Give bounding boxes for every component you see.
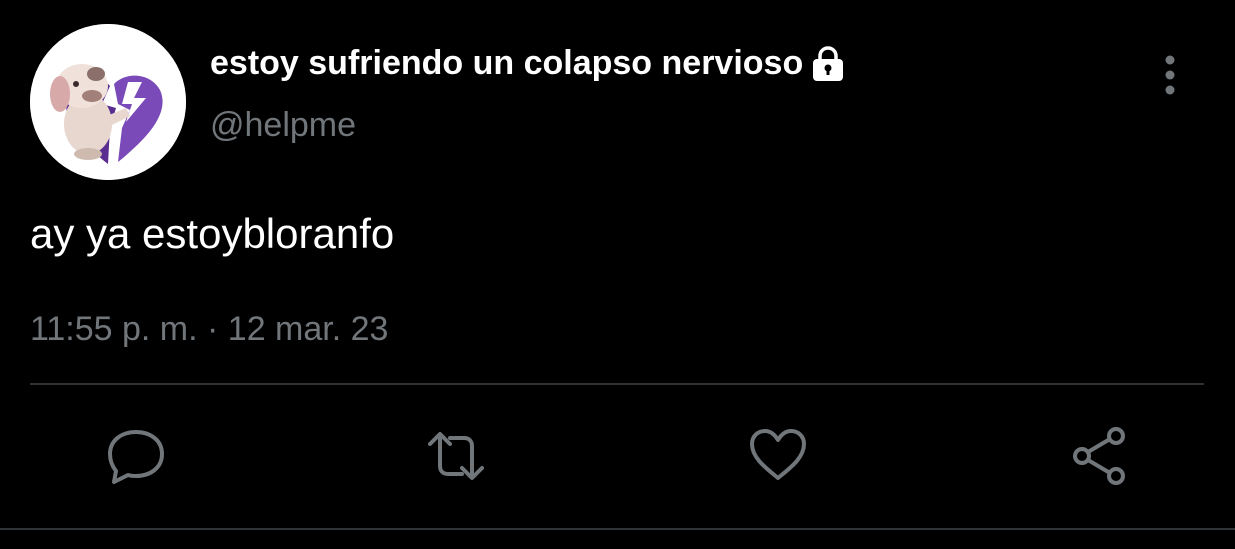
display-name-text: estoy sufriendo un colapso nervioso: [210, 44, 804, 82]
divider: [30, 383, 1204, 385]
retweet-button[interactable]: [424, 424, 488, 488]
tweet-timestamp[interactable]: 11:55 p. m. · 12 mar. 23: [30, 310, 388, 349]
more-vertical-icon[interactable]: [1150, 52, 1190, 98]
share-button[interactable]: [1068, 424, 1132, 488]
reply-icon: [108, 430, 164, 484]
user-handle[interactable]: @helpme: [210, 106, 356, 145]
tweet-text: ay ya estoybloranfo: [30, 210, 395, 257]
bottom-divider: [0, 528, 1235, 530]
heart-icon: [750, 429, 806, 480]
retweet-icon: [428, 432, 484, 480]
avatar-image: [30, 24, 186, 180]
like-button[interactable]: [746, 424, 810, 488]
avatar[interactable]: [30, 24, 186, 180]
share-icon: [1073, 427, 1125, 485]
display-name[interactable]: estoy sufriendo un colapso nervioso: [210, 44, 847, 83]
lock-icon: [809, 45, 847, 83]
reply-button[interactable]: [104, 424, 168, 488]
